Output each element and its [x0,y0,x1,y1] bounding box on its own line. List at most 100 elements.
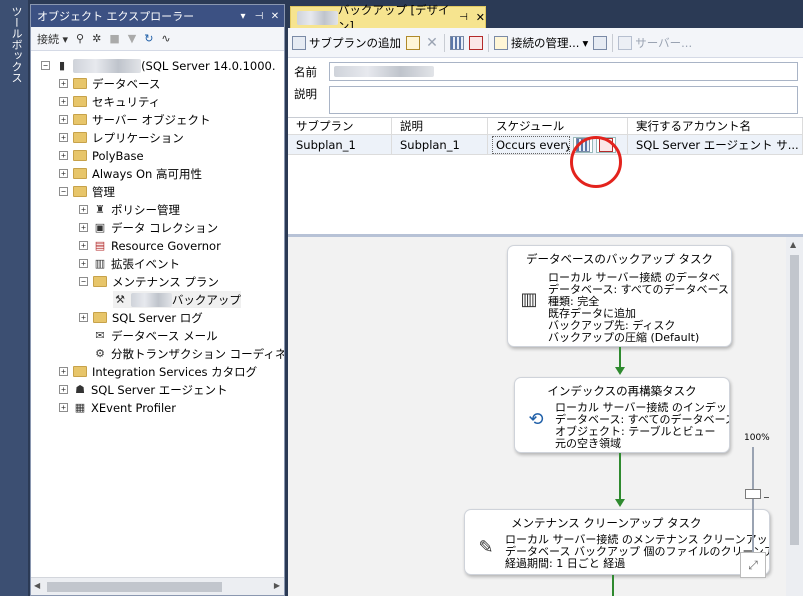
folder-icon [73,186,87,197]
zoom-slider-thumb[interactable] [745,489,761,499]
rebuild-index-task[interactable]: インデックスの再構築タスク ⟲ ローカル サーバー接続 のインデッ データベース… [514,377,730,453]
delete-icon[interactable]: ✕ [425,36,439,50]
scroll-thumb[interactable] [47,582,222,592]
precedence-arrow[interactable] [619,453,621,501]
scroll-right-icon[interactable]: ▶ [274,581,280,590]
connect-button[interactable]: 接続 ▾ [37,31,68,47]
disconnect-icon[interactable]: ✲ [92,32,101,45]
pin-icon[interactable]: ⊣ [252,11,266,22]
remove-schedule-icon[interactable] [469,35,483,50]
column-header-schedule[interactable]: スケジュール [488,118,628,134]
arrow-head [615,499,625,507]
subplan-row[interactable]: Subplan_1 Subplan_1 Occurs every... SQL … [288,135,803,155]
tree-label: セキュリティ [92,94,161,109]
expand-icon[interactable]: + [79,259,88,268]
expand-icon[interactable]: + [79,313,88,322]
toolbar-separator [612,33,614,52]
document-tab[interactable]: xxxxxx バックアップ [デザイン] ⊣ ✕ [290,3,486,33]
plan-name-blurred: xxxxxx [131,292,172,307]
scroll-thumb[interactable] [790,255,799,545]
scroll-left-icon[interactable]: ◀ [34,581,40,590]
manage-connections-button[interactable]: 接続の管理... ▾ [494,35,588,51]
tree-node-resource-governor[interactable]: + ▤ Resource Governor [79,237,221,254]
subplan-name-cell[interactable]: Subplan_1 [288,135,392,154]
expand-icon[interactable]: + [59,403,68,412]
tree-node-policy-management[interactable]: + ♜ ポリシー管理 [79,201,180,218]
refresh-icon[interactable]: ↻ [144,32,153,45]
name-field[interactable] [329,62,798,81]
collapse-icon[interactable]: − [41,61,50,70]
expand-icon[interactable]: + [59,97,68,106]
tab-pin-icon[interactable]: ⊣ [459,12,468,23]
tree-label: XEvent Profiler [91,400,176,415]
tree-node-always-on[interactable]: + Always On 高可用性 [59,165,202,182]
account-cell[interactable]: SQL Server エージェント サ... [628,135,803,154]
tree-node-sql-server-log[interactable]: + SQL Server ログ [79,309,203,326]
expand-icon[interactable]: + [59,115,68,124]
stop-icon[interactable]: ■ [109,32,119,45]
schedule-icon[interactable] [450,35,464,50]
schedule-text[interactable]: Occurs every... [492,135,570,154]
column-header-account[interactable]: 実行するアカウント名 [628,118,803,134]
reporting-icon[interactable] [593,35,608,50]
tree-node-polybase[interactable]: + PolyBase [59,147,144,164]
tree-node-server-objects[interactable]: + サーバー オブジェクト [59,111,211,128]
expand-icon[interactable]: + [79,205,88,214]
canvas-vertical-scrollbar[interactable]: ▲ [786,237,803,596]
expand-icon[interactable]: + [59,151,68,160]
expand-icon[interactable]: + [59,133,68,142]
expand-icon[interactable]: + [59,367,68,376]
tree-node-management[interactable]: − 管理 [59,183,115,200]
name-row: 名前 [288,60,803,84]
tree-node-sql-agent[interactable]: + ☗ SQL Server エージェント [59,381,228,398]
tree-label: データベース メール [111,328,218,343]
maintenance-cleanup-task[interactable]: メンテナンス クリーンアップ タスク ✎ ローカル サーバー接続 のメンテナンス… [464,509,770,575]
horizontal-scrollbar[interactable]: ◀ ▶ [31,577,284,595]
subplan-description-cell[interactable]: Subplan_1 [392,135,488,154]
tab-close-icon[interactable]: ✕ [476,11,485,24]
tree-node-maintenance-plans[interactable]: − メンテナンス プラン [79,273,219,290]
backup-database-task[interactable]: データベースのバックアップ タスク ▥ ローカル サーバー接続 のデータベ デー… [507,245,732,347]
designer-canvas[interactable]: データベースのバックアップ タスク ▥ ローカル サーバー接続 のデータベ デー… [288,234,803,596]
tree-node-server[interactable]: − ▮ xxxxxxxxxx (SQL Server 14.0.1000. [41,57,276,74]
toolbox-label[interactable]: ツールボックス [8,6,24,83]
policy-icon: ♜ [95,203,105,216]
collapse-icon[interactable]: − [79,277,88,286]
expand-icon[interactable]: + [79,241,88,250]
column-header-subplan[interactable]: サブプラン [288,118,392,134]
tree-node-replication[interactable]: + レプリケーション [59,129,184,146]
tree-node-data-collection[interactable]: + ▣ データ コレクション [79,219,218,236]
add-subplan-button[interactable]: サブプランの追加 [292,35,401,51]
precedence-arrow[interactable] [612,575,614,596]
tree-node-integration-services[interactable]: + Integration Services カタログ [59,363,257,380]
precedence-arrow[interactable] [619,347,621,369]
description-field[interactable] [329,86,798,114]
tree-node-xevent-profiler[interactable]: + ▦ XEvent Profiler [59,399,176,416]
filter-icon[interactable]: ▼ [128,32,136,45]
connect-plug-icon[interactable]: ⚲ [76,32,84,45]
expand-icon[interactable]: + [59,79,68,88]
dropdown-icon[interactable]: ▾ [236,11,250,22]
expand-icon[interactable]: + [59,169,68,178]
tree-node-dtc[interactable]: ⚙ 分散トランザクション コーディネーター [93,345,284,362]
scroll-up-icon[interactable]: ▲ [790,240,796,249]
column-header-description[interactable]: 説明 [392,118,488,134]
tree-node-extended-events[interactable]: + ▥ 拡張イベント [79,255,180,272]
toolbox-strip[interactable]: ツールボックス [0,0,28,596]
folder-icon [73,150,87,161]
expand-icon[interactable]: + [59,385,68,394]
expand-icon[interactable]: + [79,223,88,232]
tree-node-backup-plan[interactable]: ⚒ xxxxxx バックアップ [113,291,241,308]
close-icon[interactable]: ✕ [268,11,282,22]
tree-node-databases[interactable]: + データベース [59,75,160,92]
tree-label: ポリシー管理 [111,202,180,217]
zoom-to-fit-icon[interactable]: ⤢ [740,552,766,578]
tree-node-database-mail[interactable]: ✉ データベース メール [93,327,218,344]
highlight-circle [570,136,622,188]
collapse-icon[interactable]: − [59,187,68,196]
resource-governor-icon: ▤ [94,239,106,252]
servers-button[interactable]: サーバー... [618,35,692,51]
activity-monitor-icon[interactable]: ∿ [161,32,170,45]
tree-node-security[interactable]: + セキュリティ [59,93,160,110]
edit-subplan-icon[interactable] [406,35,420,50]
